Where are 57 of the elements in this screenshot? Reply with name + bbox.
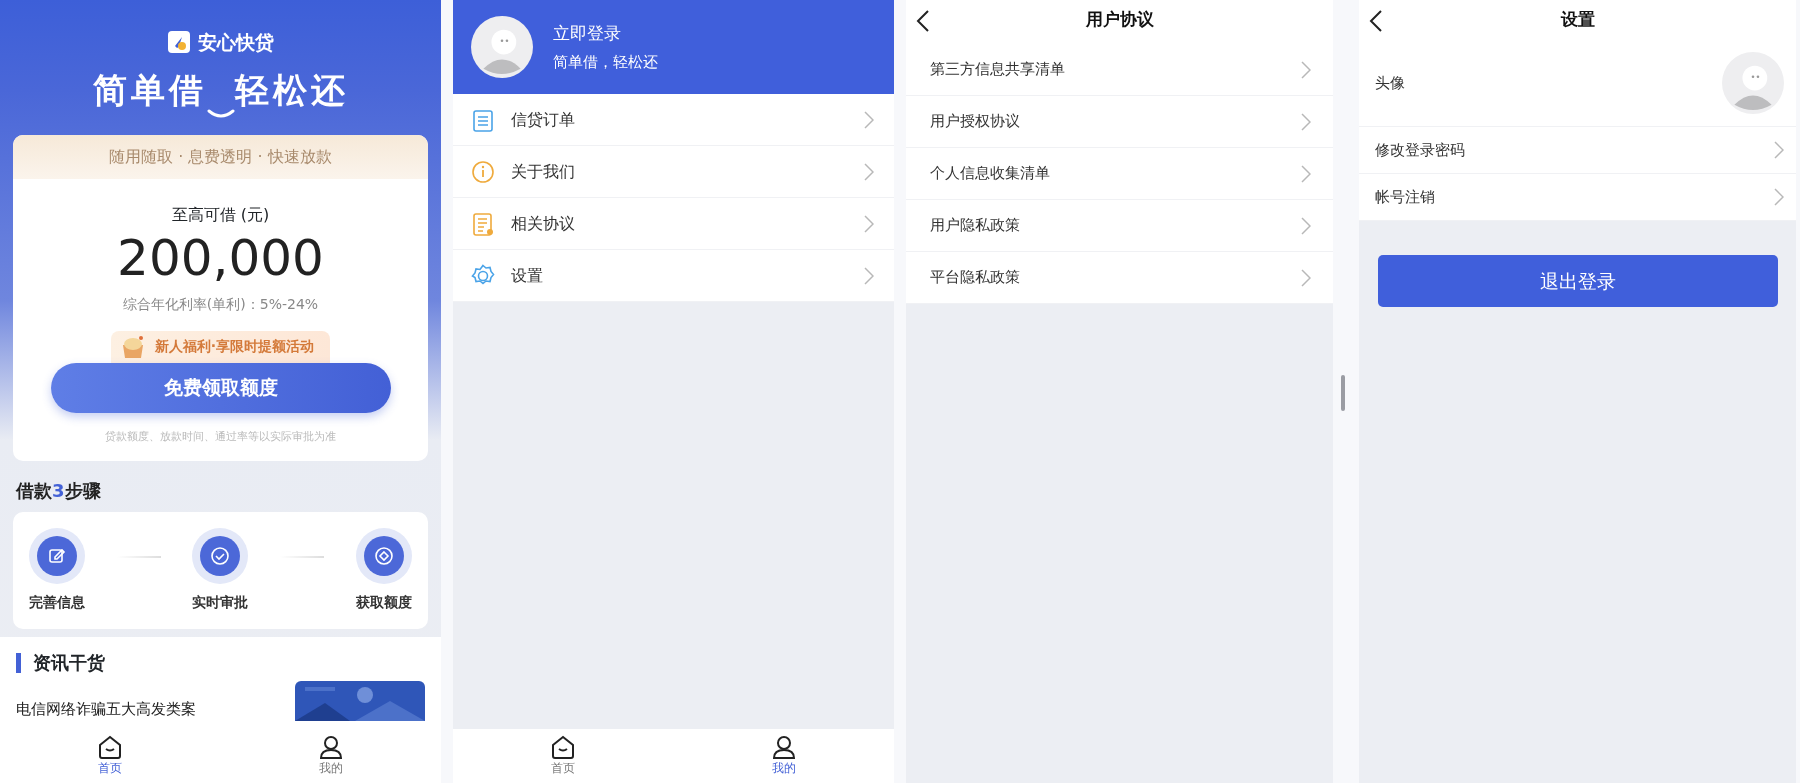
page-title: 设置 xyxy=(1560,8,1595,32)
menu-item[interactable]: 信贷订单 xyxy=(453,94,894,146)
home-icon[interactable] xyxy=(97,735,124,759)
chevron-right-icon xyxy=(864,214,874,233)
back-icon[interactable] xyxy=(916,8,930,33)
chevron-right-icon xyxy=(1774,188,1784,206)
chevron-right-icon xyxy=(1301,268,1311,287)
section-title: 借款3步骤 xyxy=(16,479,102,503)
user-icon[interactable] xyxy=(770,735,797,759)
page-title: 用户协议 xyxy=(1085,8,1154,32)
disclaimer: 贷款额度、放款时间、通过率等以实际审批为准 xyxy=(105,428,336,445)
loan-amount: 200,000 xyxy=(117,230,324,286)
chevron-right-icon xyxy=(1301,164,1311,183)
login-link[interactable]: 立即登录 xyxy=(553,21,658,47)
step-label: 实时审批 xyxy=(192,593,249,612)
chevron-right-icon xyxy=(1301,60,1311,79)
brand-name: 安心快贷 xyxy=(197,30,274,55)
settings-item[interactable]: 帐号注销 xyxy=(1359,174,1796,221)
tab-item[interactable]: 我的 xyxy=(220,729,441,783)
logout-button[interactable]: 退出登录 xyxy=(1377,255,1778,307)
settings-item[interactable]: 修改登录密码 xyxy=(1359,127,1796,174)
slogan-text: 轻松还 xyxy=(234,68,349,112)
section-title: 资讯干货 xyxy=(16,653,425,673)
chevron-right-icon xyxy=(864,110,874,129)
menu-item[interactable]: 关于我们 xyxy=(453,146,894,198)
slogan-text: 简单借 xyxy=(92,68,207,112)
menu-item[interactable]: 相关协议 xyxy=(453,198,894,250)
menu-item[interactable]: 设置 xyxy=(453,250,894,302)
home-icon[interactable] xyxy=(550,735,577,759)
step-label: 完善信息 xyxy=(28,593,85,612)
amount-label: 至高可借 (元) xyxy=(171,203,270,226)
tab-item[interactable]: 我的 xyxy=(673,729,894,783)
claim-button[interactable]: 免费领取额度 xyxy=(50,362,391,413)
smile-icon xyxy=(206,108,235,119)
avatar-icon xyxy=(1722,52,1784,114)
step-label: 获取额度 xyxy=(356,593,413,612)
chevron-right-icon xyxy=(864,266,874,285)
user-icon[interactable] xyxy=(317,735,344,759)
promo-text: 新人福利·享限时提额活动 xyxy=(154,337,315,356)
interest-rate: 综合年化利率(单利)：5%-24% xyxy=(122,294,319,314)
info-icon xyxy=(471,159,495,184)
tab-item[interactable]: 首页 xyxy=(453,729,674,783)
document-icon xyxy=(471,211,495,236)
news-title[interactable]: 电信网络诈骗五大高发类案 xyxy=(16,698,196,721)
list-icon xyxy=(471,107,495,132)
settings-item[interactable]: 头像 xyxy=(1359,40,1796,127)
chevron-right-icon xyxy=(864,162,874,181)
profile-subtitle: 简单借，轻松还 xyxy=(553,51,658,73)
avatar-icon xyxy=(471,16,533,78)
chevron-right-icon xyxy=(1301,112,1311,131)
scrollbar-handle[interactable] xyxy=(1341,375,1345,411)
tab-item[interactable]: 首页 xyxy=(0,729,221,783)
tagline: 随用随取 · 息费透明 · 快速放款 xyxy=(13,134,428,179)
logo-icon xyxy=(167,31,190,54)
chevron-right-icon xyxy=(1301,216,1311,235)
back-icon[interactable] xyxy=(1369,8,1383,33)
chevron-right-icon xyxy=(1774,141,1784,159)
